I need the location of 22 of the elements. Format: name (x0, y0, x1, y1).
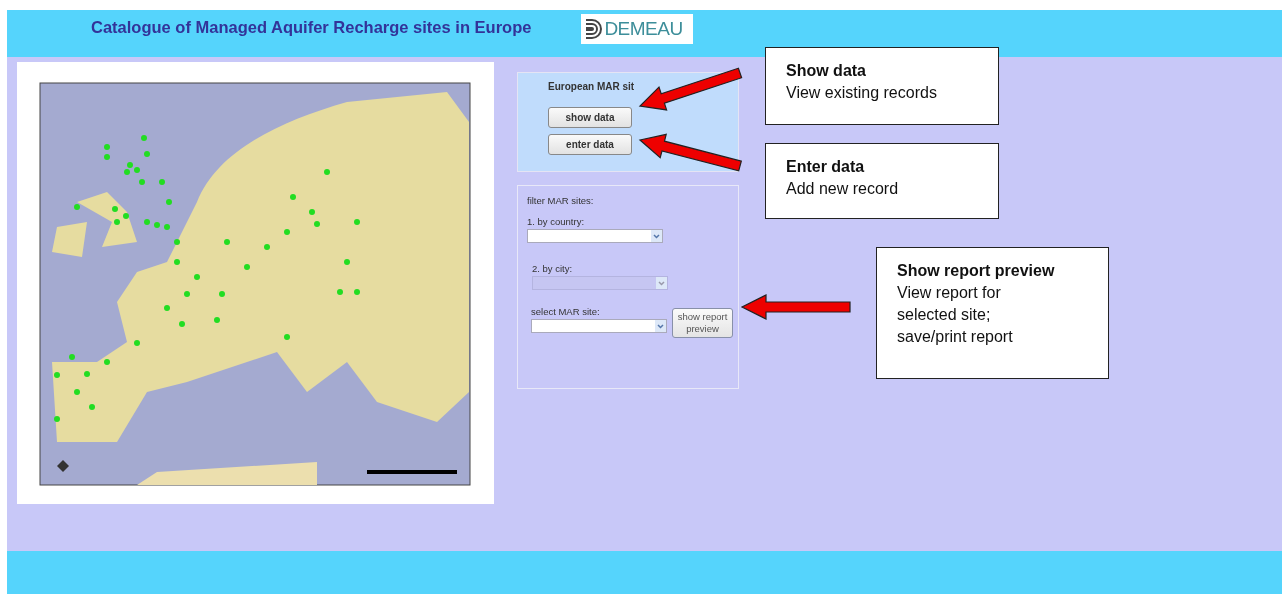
callout-text: View report for selected site; save/print report (897, 283, 1014, 347)
callout-title: Enter data (786, 158, 866, 176)
callout-title: Show data (786, 62, 867, 80)
field-label: select MAR site: (531, 306, 600, 317)
caret-icon (655, 320, 666, 332)
caret-icon (651, 230, 662, 242)
logo-icon (584, 18, 603, 40)
callout-text: Add new record (786, 179, 900, 199)
callout-title: Show report preview (897, 262, 1056, 280)
filter-title: filter MAR sites: (527, 195, 595, 206)
caret-icon (656, 277, 667, 289)
dropdown-field[interactable] (527, 229, 663, 243)
report-preview-button[interactable]: show report preview (672, 308, 733, 338)
show-data-button[interactable]: show data (548, 107, 632, 128)
dropdown-field[interactable] (531, 319, 667, 333)
field-label: 1. by country: (527, 216, 585, 227)
callout-text: View existing records (786, 83, 938, 103)
field-label: 2. by city: (532, 263, 573, 274)
page-title: Catalogue of Managed Aquifer Recharge sites in Europe (91, 18, 532, 37)
panel-title: European MAR sit (548, 81, 636, 92)
logo-text: DEMEAU (604, 18, 683, 40)
enter-data-button[interactable]: enter data (548, 134, 632, 155)
